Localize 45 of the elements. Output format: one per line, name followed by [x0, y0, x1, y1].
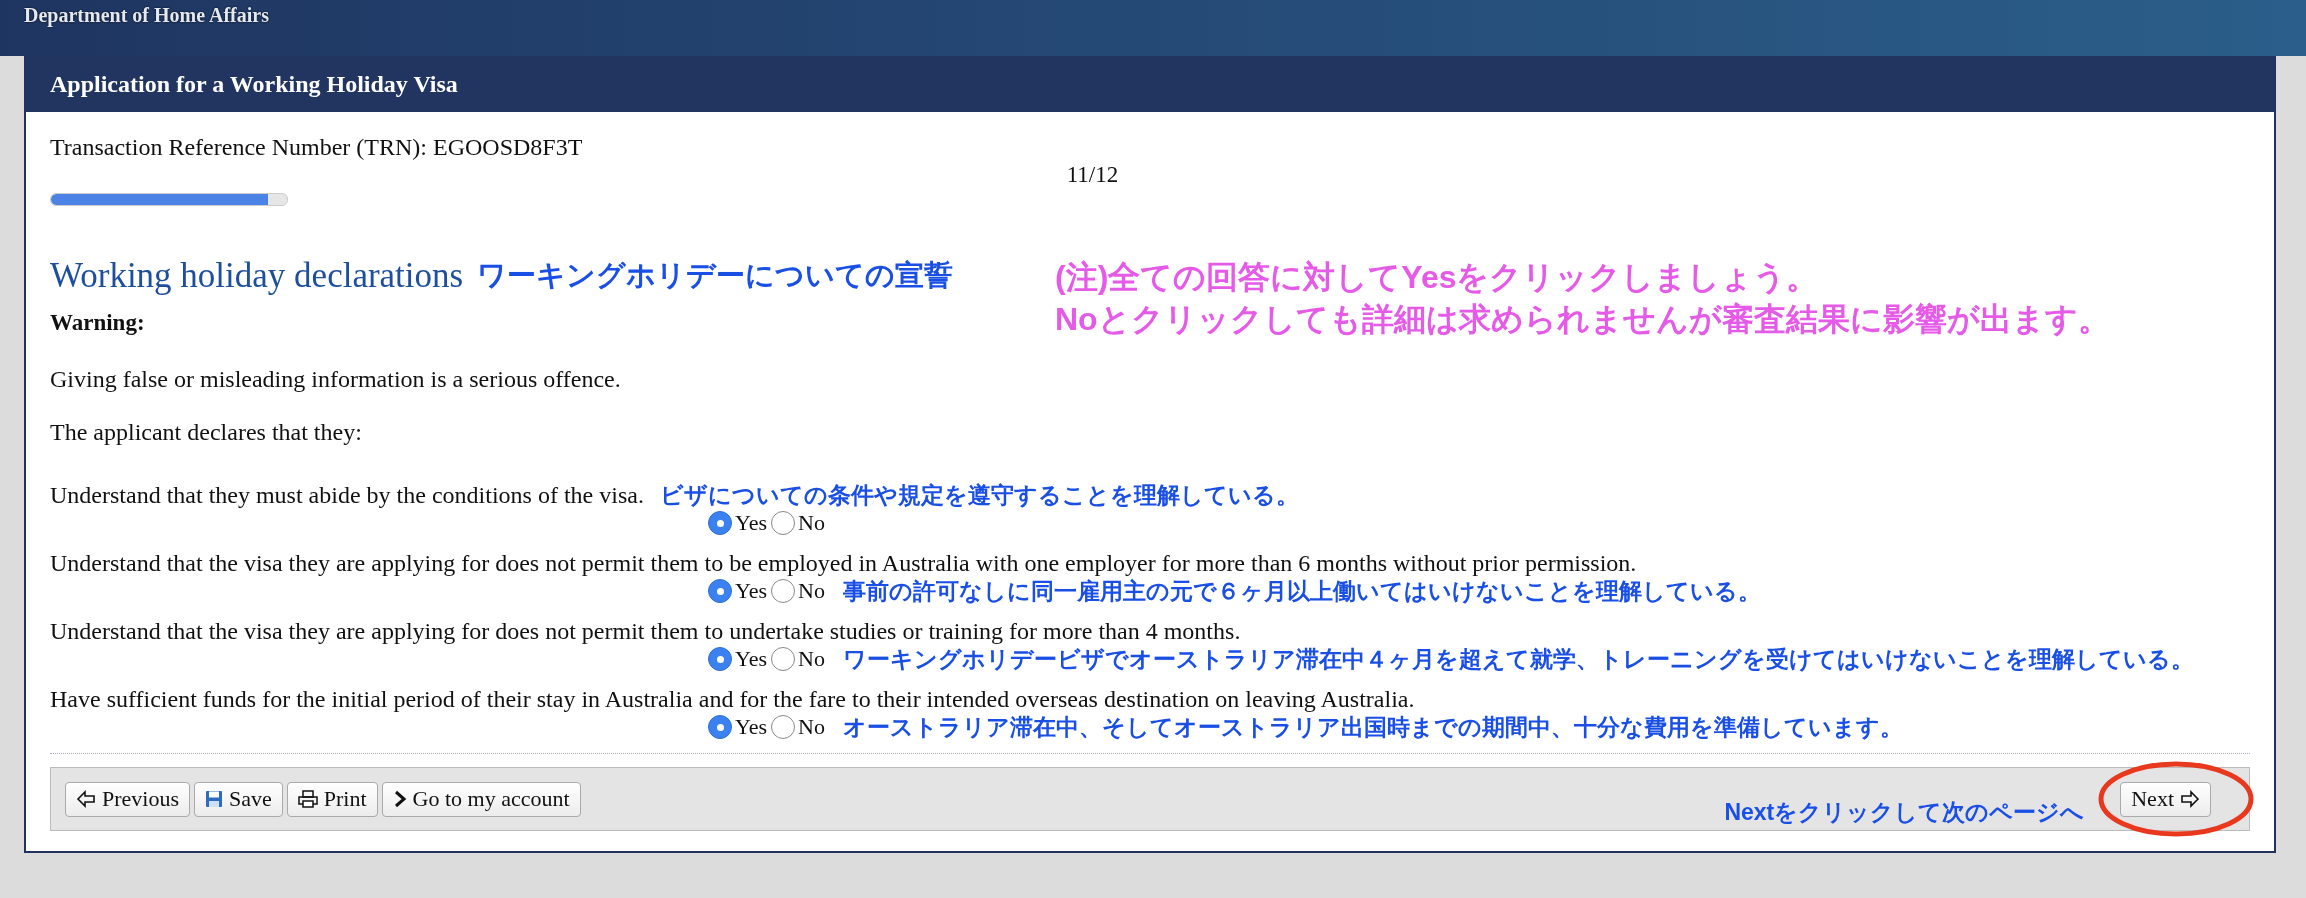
question-text: Understand that the visa they are applying for does not permit them to be employed in Australia with one employer for more than 6 months without prior permission.: [50, 549, 1637, 577]
arrow-right-icon: [2180, 790, 2200, 808]
intro-text: The applicant declares that they:: [50, 418, 363, 446]
radio-label: Yes: [735, 646, 767, 672]
reference-number: Transaction Reference Number (TRN): EGOOSD8F3T: [50, 133, 584, 161]
radio-button[interactable]: [771, 579, 795, 603]
radio-button[interactable]: [708, 647, 732, 671]
radio-button[interactable]: [771, 647, 795, 671]
radio-label: Yes: [735, 578, 767, 604]
radio-label: No: [798, 510, 825, 536]
panel-title: Application for a Working Holiday Visa: [50, 70, 458, 98]
annotation-text: ビザについての条件や規定を遵守することを理解している。: [659, 480, 1299, 510]
arrow-left-icon: [76, 790, 96, 808]
annotation-text: ワーキングホリデービザでオーストラリア滞在中４ヶ月を超えて就学、トレーニングを受けてはいけないことを理解している。: [842, 644, 2194, 674]
nav-button[interactable]: Save: [194, 781, 283, 817]
radio-button[interactable]: [708, 579, 732, 603]
radio-label: No: [798, 714, 825, 740]
radio-label: No: [798, 578, 825, 604]
question-text: Understand that the visa they are applying for does not permit them to undertake studies or training for more than 4 months.: [50, 617, 1241, 645]
question-text: Understand that they must abide by the conditions of the visa.: [50, 481, 644, 509]
nav-button[interactable]: Go to my account: [381, 781, 581, 817]
radio-button[interactable]: [708, 511, 732, 535]
annotation-text: ワーキングホリデーについての宣誓: [477, 258, 954, 293]
printer-icon: [297, 790, 318, 808]
annotation-text: Nextをクリックして次のページへ: [1724, 798, 2085, 827]
radio-button[interactable]: [771, 715, 795, 739]
note-text: Noとクリックしても詳細は求められませんが審査結果に影響が出ます。: [1055, 300, 2110, 339]
nav-button[interactable]: Print: [286, 781, 378, 817]
radio-label: Yes: [735, 510, 767, 536]
next-button[interactable]: Next: [2120, 781, 2211, 817]
site-title: Department of Home Affairs: [24, 3, 269, 27]
annotation-text: オーストラリア滞在中、そしてオーストラリア出国時までの期間中、十分な費用を準備しています。: [842, 712, 1903, 742]
radio-label: Yes: [735, 714, 767, 740]
annotation-text: 事前の許可なしに同一雇用主の元で６ヶ月以上働いてはいけないことを理解している。: [842, 576, 1761, 606]
step-counter: 11/12: [1066, 162, 1119, 187]
note-text: (注)全ての回答に対してYesをクリックしましょう。: [1055, 258, 1820, 297]
radio-button[interactable]: [708, 715, 732, 739]
radio-button[interactable]: [771, 511, 795, 535]
nav-button[interactable]: Previous: [65, 781, 190, 817]
chevron-right-icon: [392, 790, 407, 808]
warning-text: Giving false or misleading information is a serious offence.: [50, 365, 622, 393]
section-heading: Working holiday declarations: [50, 256, 464, 296]
warning-label: Warning:: [50, 309, 146, 337]
radio-label: No: [798, 646, 825, 672]
question-text: Have sufficient funds for the initial period of their stay in Australia and for the fare to their intended overseas destination on leaving Australia.: [50, 685, 1415, 713]
